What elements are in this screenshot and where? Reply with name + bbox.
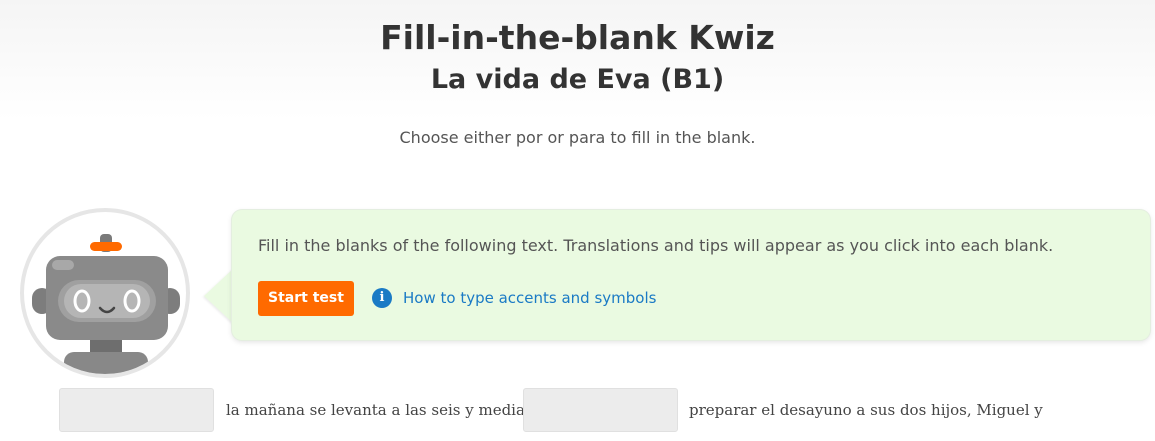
intro-bubble: Fill in the blanks of the following text…: [232, 210, 1150, 340]
instructions-text: Choose either por or para to fill in the…: [399, 128, 756, 147]
accents-help-link[interactable]: i How to type accents and symbols: [372, 288, 656, 308]
quiz-page: Fill-in-the-blank Kwiz La vida de Eva (B…: [0, 0, 1155, 441]
blank-input-2[interactable]: [523, 388, 678, 432]
page-title: Fill-in-the-blank Kwiz: [380, 18, 775, 57]
page-subtitle: La vida de Eva (B1): [430, 64, 725, 95]
bubble-tail: [204, 268, 234, 324]
text-segment-1: la mañana se levanta a las seis y media: [226, 401, 525, 419]
text-segment-2: preparar el desayuno a sus dos hijos, Mi…: [689, 401, 1043, 419]
bubble-text: Fill in the blanks of the following text…: [258, 236, 1054, 255]
info-icon: i: [372, 288, 392, 308]
robot-avatar: [20, 208, 190, 378]
start-test-button[interactable]: Start test: [258, 281, 354, 316]
robot-icon: [32, 234, 180, 374]
blank-input-1[interactable]: [59, 388, 214, 432]
accents-help-label: How to type accents and symbols: [403, 289, 657, 307]
